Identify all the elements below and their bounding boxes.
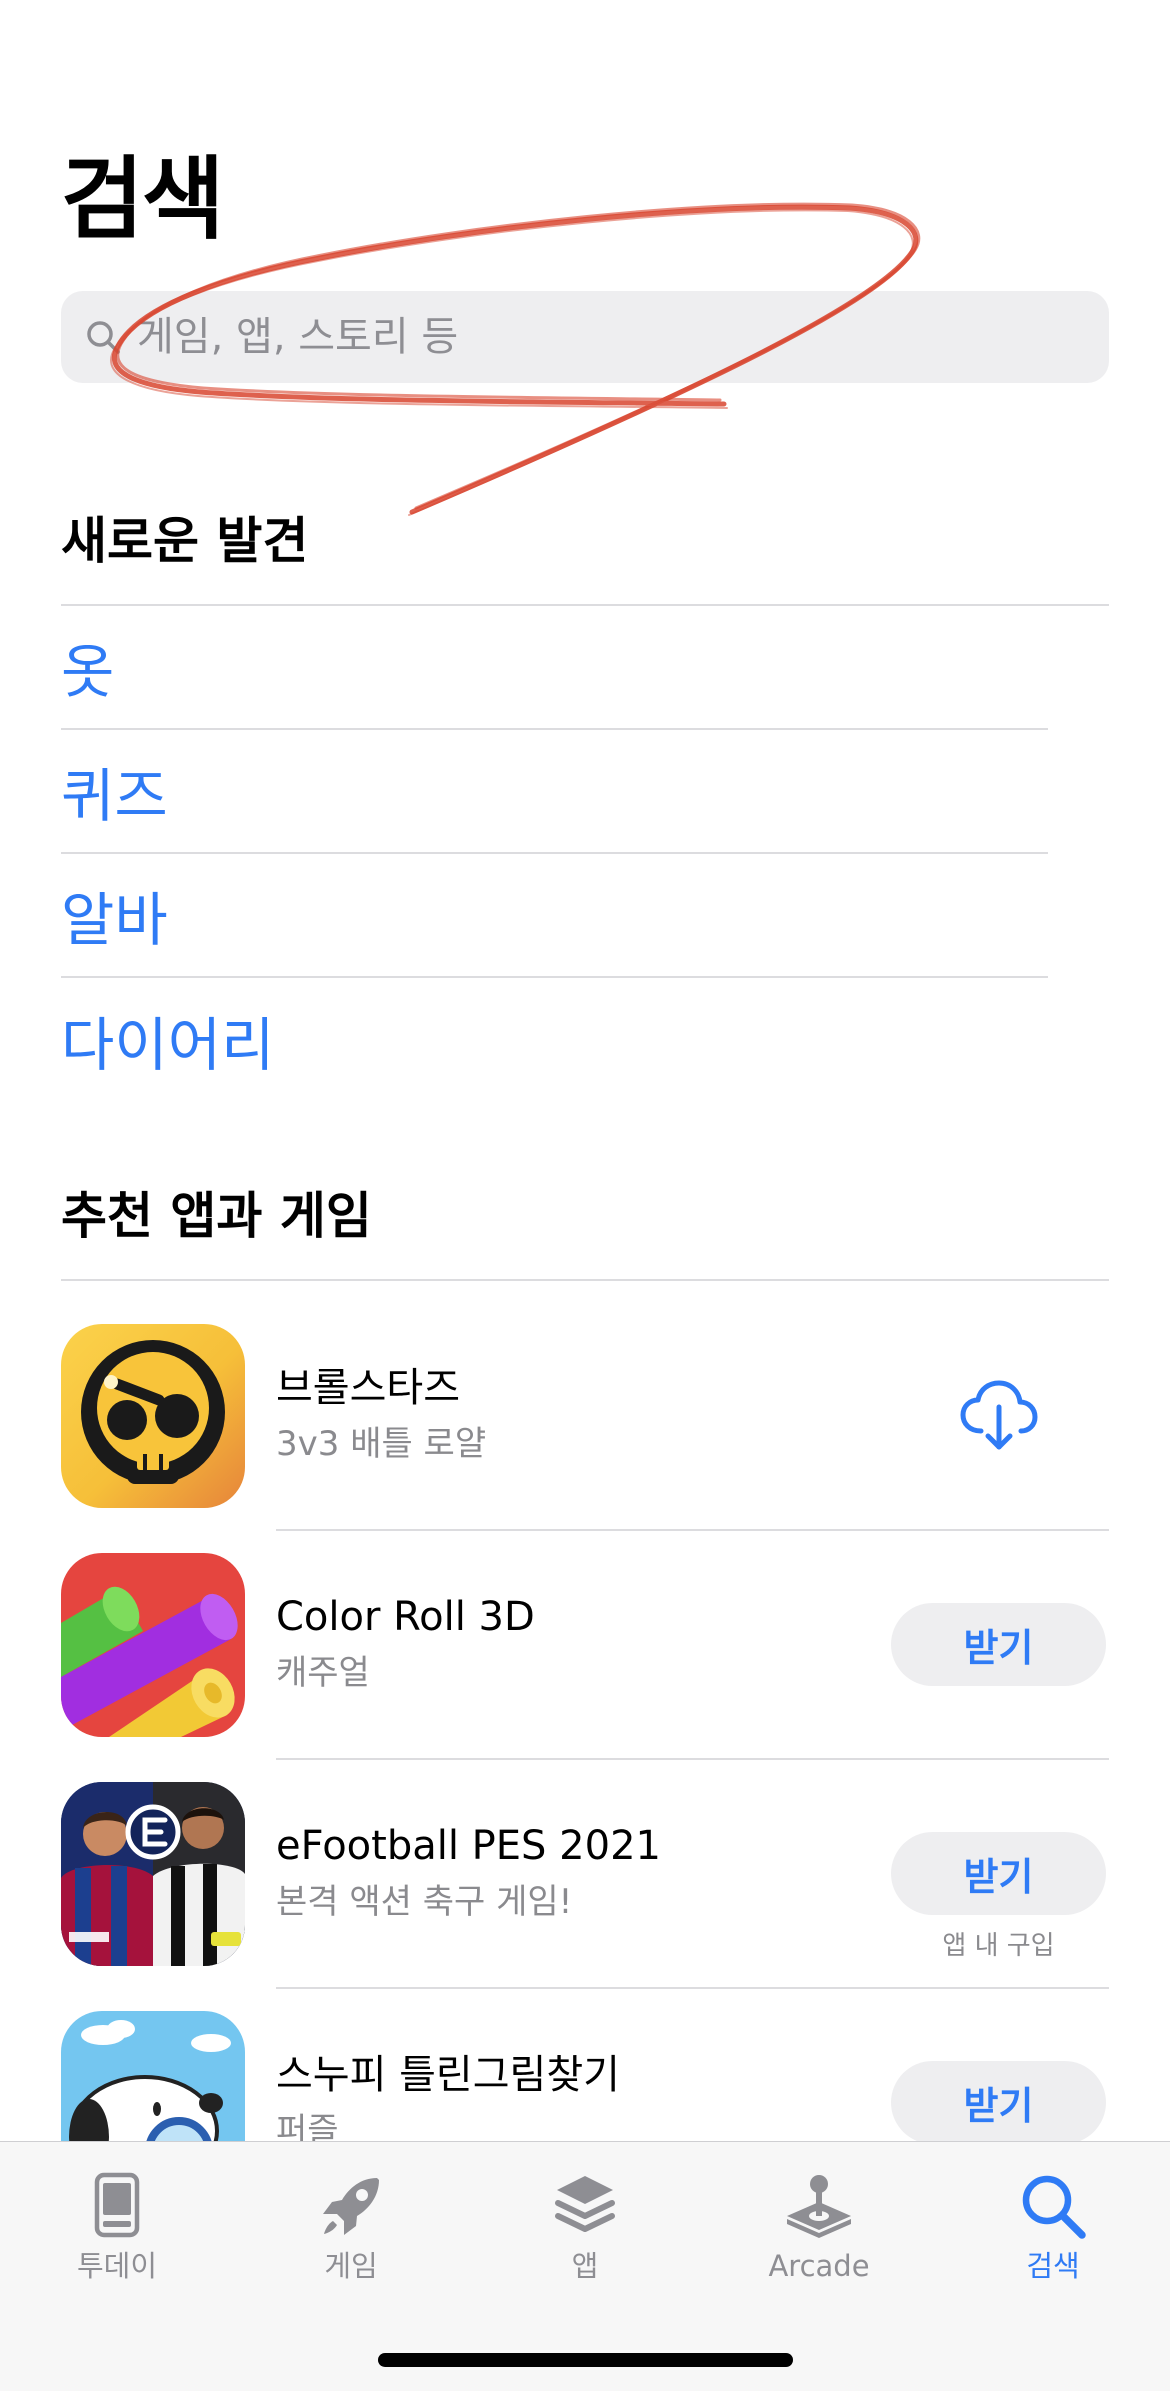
page-title: 검색	[61, 147, 225, 252]
search-icon-graphic	[87, 321, 120, 354]
get-button[interactable]: 받기	[891, 1832, 1106, 1915]
today-icon-graphic	[94, 2172, 140, 2238]
joystick-icon	[779, 2166, 859, 2246]
search-icon	[1013, 2166, 1093, 2246]
discover-item[interactable]: 다이어리	[61, 978, 1048, 1102]
search-bar[interactable]	[61, 291, 1109, 383]
joystick-icon-graphic	[787, 2175, 851, 2238]
app-name: 브롤스타즈	[276, 1365, 460, 1411]
tab-label: 앱	[571, 2249, 599, 2283]
brawl-stars-app-icon	[61, 1324, 245, 1508]
recommended-heading: 추천 앱과 게임	[61, 1187, 372, 1245]
section-divider	[61, 1279, 1109, 1281]
discover-list: 옷 퀴즈 알바 다이어리	[61, 606, 1048, 1102]
rocket-icon-graphic	[323, 2178, 379, 2235]
discover-item[interactable]: 옷	[61, 606, 1048, 730]
app-name: eFootball PES 2021	[276, 1823, 661, 1869]
cloud-download-icon[interactable]	[957, 1373, 1041, 1457]
app-subtitle: 3v3 배틀 로얄	[276, 1424, 487, 1464]
app-name: 스누피 틀린그림찾기	[276, 2052, 620, 2098]
search-icon-graphic	[1022, 2175, 1086, 2239]
in-app-purchase-note: 앱 내 구입	[942, 1931, 1055, 1961]
color-roll-icon	[61, 1553, 245, 1737]
color-roll-app-icon	[61, 1553, 245, 1737]
home-indicator	[378, 2353, 793, 2367]
tab-label: 투데이	[76, 2249, 158, 2283]
today-icon	[77, 2166, 157, 2246]
cloud-download-icon-graphic	[960, 1380, 1038, 1450]
discover-item[interactable]: 알바	[61, 854, 1048, 978]
tab-label: Arcade	[768, 2249, 870, 2283]
efootball-app-icon	[61, 1782, 245, 1966]
app-subtitle: 본격 액션 축구 게임!	[276, 1882, 573, 1922]
apps-stack-icon-graphic	[555, 2176, 615, 2232]
search-input[interactable]	[137, 291, 1087, 383]
tab-label: 게임	[324, 2249, 378, 2283]
efootball-players-icon	[61, 1782, 245, 1966]
app-row[interactable]: Color Roll 3D 캐주얼 받기	[61, 1531, 1109, 1760]
app-subtitle: 캐주얼	[276, 1653, 370, 1693]
discover-item[interactable]: 퀴즈	[61, 730, 1048, 854]
app-name: Color Roll 3D	[276, 1594, 535, 1640]
get-button[interactable]: 받기	[891, 1603, 1106, 1686]
discover-heading: 새로운 발견	[61, 512, 309, 570]
tab-label: 검색	[1026, 2249, 1080, 2283]
brawl-stars-skull-icon	[61, 1324, 245, 1508]
search-icon	[83, 317, 123, 357]
get-button[interactable]: 받기	[891, 2061, 1106, 2144]
tab-search[interactable]: 검색	[936, 2142, 1170, 2391]
app-row[interactable]: 브롤스타즈 3v3 배틀 로얄	[61, 1302, 1109, 1531]
app-row[interactable]: eFootball PES 2021 본격 액션 축구 게임! 받기 앱 내 구…	[61, 1760, 1109, 1989]
rocket-icon	[311, 2166, 391, 2246]
apps-stack-icon	[545, 2166, 625, 2246]
tab-today[interactable]: 투데이	[0, 2142, 234, 2391]
